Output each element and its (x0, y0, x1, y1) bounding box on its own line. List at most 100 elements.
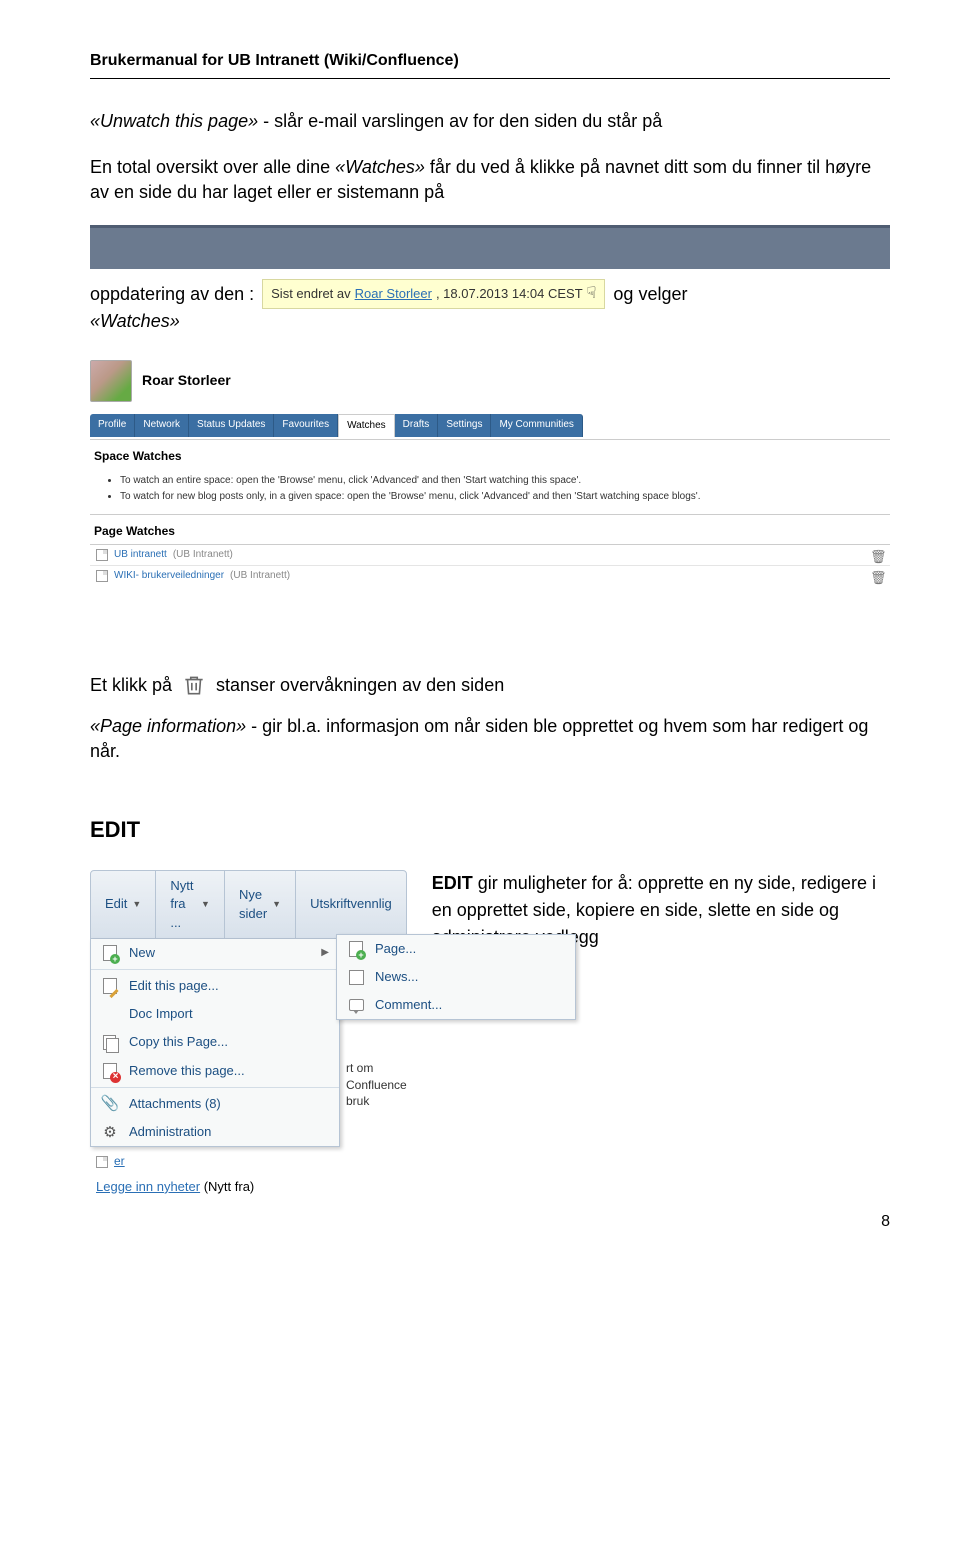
menu-new[interactable]: New▶Page...News...Comment... (91, 939, 339, 967)
watch-row: WIKI- brukerveiledninger (UB Intranett) 🗑 (90, 565, 890, 586)
attachment-icon: 📎 (101, 1093, 120, 1114)
page-pencil-icon (103, 978, 117, 994)
page-plus-icon (349, 941, 363, 957)
tab-network[interactable]: Network (135, 414, 189, 437)
menu-copy-this-page[interactable]: Copy this Page... (91, 1028, 339, 1056)
unwatch-desc: - slår e-mail varslingen av for den side… (258, 111, 662, 131)
edit-heading: EDIT (90, 815, 890, 846)
watch-link[interactable]: UB intranett (114, 548, 167, 562)
pill-date: , 18.07.2013 14:04 CEST (436, 285, 583, 303)
tab-settings[interactable]: Settings (438, 414, 491, 437)
toolbar-edit[interactable]: Edit ▼ (91, 871, 156, 938)
pill-prefix: Sist endret av (271, 285, 351, 303)
stop-watching-icon[interactable]: 🗑 (870, 569, 884, 583)
page-delete-icon (103, 1063, 117, 1079)
editor-link[interactable]: Roar Storleer (355, 285, 432, 303)
tab-profile[interactable]: Profile (90, 414, 135, 437)
label: Nye sider (239, 886, 267, 922)
profile-tabs: ProfileNetworkStatus UpdatesFavouritesWa… (90, 414, 890, 437)
label: Page... (375, 940, 416, 958)
label: Comment... (375, 996, 442, 1014)
watch-row: UB intranett (UB Intranett)🗑 (90, 544, 890, 565)
page-number: 8 (90, 1211, 890, 1233)
tab-my-communities[interactable]: My Communities (491, 414, 582, 437)
page-icon (96, 1156, 108, 1168)
menu-administration[interactable]: ⚙ Administration (91, 1118, 339, 1146)
page-watches-list: UB intranett (UB Intranett)🗑WIKI- bruker… (90, 544, 890, 586)
label: Nytt fra ... (170, 877, 196, 932)
menu-separator (91, 969, 339, 970)
text: stanser overvåkningen av den siden (216, 673, 504, 698)
tab-drafts[interactable]: Drafts (395, 414, 439, 437)
header-rule (90, 78, 890, 79)
watches-term-2: «Watches» (90, 309, 890, 334)
chevron-down-icon: ▼ (272, 898, 281, 911)
profile-row: Roar Storleer (90, 360, 890, 402)
paragraph-unwatch: «Unwatch this page» - slår e-mail varsli… (90, 109, 890, 134)
label: Administration (129, 1123, 211, 1141)
tab-watches[interactable]: Watches (338, 414, 395, 437)
text: (Nytt fra) (200, 1179, 254, 1194)
label: Doc Import (129, 1005, 193, 1023)
page-icon (96, 549, 108, 561)
tab-favourites[interactable]: Favourites (274, 414, 338, 437)
copy-icon (103, 1035, 117, 1051)
profile-name: Roar Storleer (142, 371, 231, 391)
news-icon (349, 970, 364, 985)
edit-screenshot: Edit ▼ Nytt fra ... ▼ Nye sider ▼ Utskriftvenn… (90, 870, 407, 1196)
menu-remove-this-page[interactable]: Remove this page... (91, 1057, 339, 1085)
label: Copy this Page... (129, 1033, 228, 1051)
partial-text: rt om Confluence bruk (346, 1054, 407, 1110)
label: New (129, 944, 155, 962)
stop-watching-icon[interactable]: 🗑 (870, 548, 884, 562)
tab-status-updates[interactable]: Status Updates (189, 414, 274, 437)
avatar (90, 360, 132, 402)
page-watches-heading: Page Watches (90, 514, 890, 544)
watch-link[interactable]: WIKI- brukerveiledninger (114, 569, 224, 583)
menu-doc-import[interactable]: Doc Import (91, 1000, 339, 1028)
label: Utskriftvennlig (310, 895, 392, 913)
chevron-down-icon: ▼ (201, 898, 210, 911)
gear-icon: ⚙ (103, 1122, 116, 1143)
paragraph-page-info: «Page information» - gir bl.a. informasj… (90, 714, 890, 764)
below-dropdown: er Legge inn nyheter (Nytt fra) (90, 1149, 407, 1196)
app-banner (90, 225, 890, 269)
text: Et klikk på (90, 673, 172, 698)
cutoff-link-row: Legge inn nyheter (Nytt fra) (90, 1174, 407, 1196)
document-header: Brukermanual for UB Intranett (Wiki/Conf… (90, 50, 890, 72)
last-edited-pill: Sist endret av Roar Storleer , 18.07.201… (262, 279, 605, 309)
link-partial[interactable]: er (114, 1153, 125, 1170)
unwatch-label: «Unwatch this page» (90, 111, 258, 131)
chevron-down-icon: ▼ (132, 898, 141, 911)
chevron-right-icon: ▶ (321, 946, 329, 960)
label: Edit (105, 895, 127, 913)
edit-toolbar: Edit ▼ Nytt fra ... ▼ Nye sider ▼ Utskriftvenn… (90, 870, 407, 939)
space-watches-help: To watch an entire space: open the 'Brow… (120, 474, 890, 504)
toolbar-nytt-fra-[interactable]: Nytt fra ... ▼ (156, 871, 225, 938)
text: oppdatering av den : (90, 282, 254, 307)
submenu-page[interactable]: Page... (337, 935, 575, 963)
page-plus-icon (103, 945, 117, 961)
submenu-comment[interactable]: Comment... (337, 991, 575, 1019)
label: Edit this page... (129, 977, 219, 995)
link-row: er (90, 1149, 407, 1174)
toolbar-utskriftvennlig[interactable]: Utskriftvennlig (296, 871, 406, 938)
watches-term: «Watches» (335, 157, 425, 177)
menu-attachments[interactable]: 📎 Attachments (8) (91, 1090, 339, 1118)
help-item: To watch an entire space: open the 'Brow… (120, 474, 890, 488)
space-watches-heading: Space Watches (90, 439, 890, 469)
link[interactable]: Legge inn nyheter (96, 1179, 200, 1194)
edit-bold: EDIT (432, 873, 473, 893)
toolbar-nye-sider[interactable]: Nye sider ▼ (225, 871, 296, 938)
inline-instruction-row: oppdatering av den : Sist endret av Roar… (90, 279, 890, 309)
edit-section: Edit ▼ Nytt fra ... ▼ Nye sider ▼ Utskriftvenn… (90, 870, 890, 1196)
cursor-icon: ☟ (587, 283, 597, 305)
submenu-news[interactable]: News... (337, 963, 575, 991)
menu-edit-this-page[interactable]: Edit this page... (91, 972, 339, 1000)
new-submenu: Page... News... Comment... (336, 934, 576, 1021)
label: Attachments (8) (129, 1095, 221, 1113)
watch-space: (UB Intranett) (230, 569, 290, 583)
label: Remove this page... (129, 1062, 245, 1080)
label: News... (375, 968, 418, 986)
comment-icon (349, 999, 364, 1011)
